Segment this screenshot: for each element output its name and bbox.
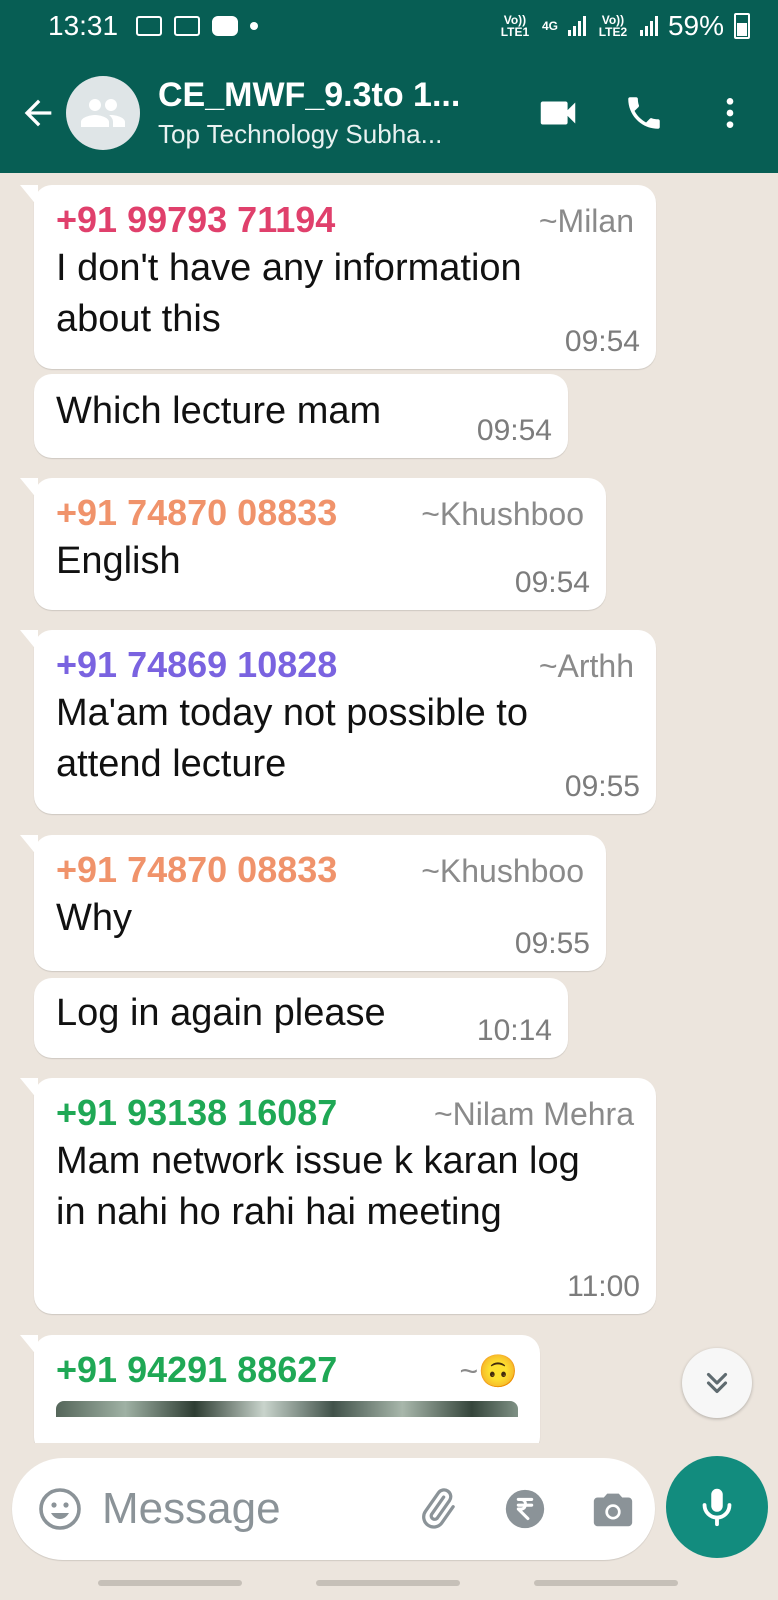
message-time: 09:55 [514, 927, 590, 960]
chat-title-block[interactable]: CE_MWF_9.3to 1... Top Technology Subha..… [158, 76, 488, 150]
camera-icon [593, 1493, 633, 1527]
group-avatar[interactable] [66, 75, 140, 150]
attach-button[interactable] [409, 1481, 465, 1537]
message-time: 09:55 [564, 770, 640, 803]
message-bubble[interactable]: Which lecture mam 09:54 [34, 374, 568, 458]
message-input[interactable] [102, 1484, 352, 1534]
sender-name: ~Khushboo [421, 496, 584, 532]
message-bubble[interactable]: +91 93138 16087 ~Nilam Mehra Mam network… [20, 1078, 656, 1314]
back-arrow-icon [24, 99, 52, 126]
back-button[interactable] [8, 83, 68, 143]
sender-name: ~🙃 [459, 1353, 518, 1389]
home-handle[interactable] [316, 1580, 460, 1586]
kebab-menu-icon [726, 97, 734, 128]
chat-messages[interactable]: +91 99793 71194 ~Milan I don't have any … [0, 173, 778, 1443]
message-bubble[interactable]: +91 74870 08833 ~Khushboo Why 09:55 [20, 835, 606, 971]
sender-phone[interactable]: +91 74870 08833 [56, 849, 337, 891]
sender-name: ~Milan [538, 203, 634, 239]
status-time: 13:31 [48, 10, 119, 41]
emoji-button[interactable] [32, 1481, 88, 1537]
message-text: Which lecture mam [56, 390, 382, 432]
message-text: Ma'am today not possible to attend lectu… [56, 692, 528, 785]
sender-phone[interactable]: +91 74870 08833 [56, 492, 337, 534]
sender-phone[interactable]: +91 94291 88627 [56, 1349, 337, 1391]
chat-title: CE_MWF_9.3to 1... [158, 75, 461, 114]
message-time: 09:54 [476, 414, 552, 447]
sim2-signal-icon [639, 16, 658, 36]
message-text: Why [56, 897, 132, 939]
message-time: 09:54 [564, 325, 640, 358]
paperclip-icon [422, 1488, 455, 1529]
sender-phone[interactable]: +91 74869 10828 [56, 644, 337, 686]
message-text: I don't have any information about this [56, 247, 522, 340]
sim1-label: Vo)) LTE1 [500, 13, 530, 39]
message-text: Mam network issue k karan log in nahi ho… [56, 1140, 580, 1233]
sender-name: ~Nilam Mehra [433, 1096, 634, 1132]
message-bubble[interactable]: +91 99793 71194 ~Milan I don't have any … [20, 185, 656, 369]
image-attachment[interactable] [56, 1401, 518, 1417]
sender-name: ~Arthh [538, 648, 634, 684]
battery-percent: 59% [667, 10, 724, 41]
more-options-button[interactable] [696, 79, 764, 147]
message-composer [12, 1458, 655, 1560]
video-camera-icon [540, 101, 576, 124]
gallery-notification-icon [136, 16, 163, 36]
microphone-icon [702, 1488, 732, 1527]
phone-icon [628, 96, 660, 129]
message-time: 09:54 [514, 566, 590, 599]
more-notifications-dot-icon [250, 22, 259, 30]
message-bubble[interactable]: +91 74870 08833 ~Khushboo English 09:54 [20, 478, 606, 610]
scroll-to-bottom-button[interactable] [682, 1348, 752, 1418]
rupee-icon [505, 1489, 545, 1529]
message-bubble[interactable]: Log in again please 10:14 [34, 978, 568, 1058]
voicemail-notification-icon [174, 16, 201, 36]
network-type: 4G [541, 19, 558, 33]
voice-message-button[interactable] [666, 1456, 768, 1558]
sim2-label: Vo)) LTE2 [598, 13, 628, 39]
back-handle[interactable] [534, 1580, 678, 1586]
chat-header: CE_MWF_9.3to 1... Top Technology Subha..… [0, 52, 778, 173]
sender-phone[interactable]: +91 99793 71194 [56, 199, 335, 241]
status-bar: 13:31 Vo)) LTE1 4G Vo)) LTE2 59% [0, 0, 778, 52]
battery-icon [734, 13, 750, 39]
youtube-notification-icon [212, 16, 239, 36]
double-chevron-down-icon [706, 1372, 728, 1394]
chat-participants: Top Technology Subha... [158, 118, 443, 149]
sim1-signal-icon [567, 16, 586, 36]
message-text: English [56, 540, 181, 582]
payment-button[interactable] [497, 1481, 553, 1537]
sender-phone[interactable]: +91 93138 16087 [56, 1092, 337, 1134]
voice-call-button[interactable] [610, 79, 678, 147]
camera-button[interactable] [585, 1481, 641, 1537]
recent-apps-handle[interactable] [98, 1580, 242, 1586]
message-bubble[interactable]: +91 74869 10828 ~Arthh Ma'am today not p… [20, 630, 656, 814]
message-text: Log in again please [56, 992, 386, 1034]
system-navigation-bar [0, 1570, 778, 1600]
group-icon [81, 98, 125, 127]
message-time: 10:14 [476, 1014, 552, 1047]
sender-name: ~Khushboo [421, 853, 584, 889]
message-bubble[interactable]: +91 94291 88627 ~🙃 [20, 1335, 540, 1443]
message-time: 11:00 [567, 1270, 640, 1303]
video-call-button[interactable] [524, 79, 592, 147]
emoji-icon [39, 1488, 81, 1530]
